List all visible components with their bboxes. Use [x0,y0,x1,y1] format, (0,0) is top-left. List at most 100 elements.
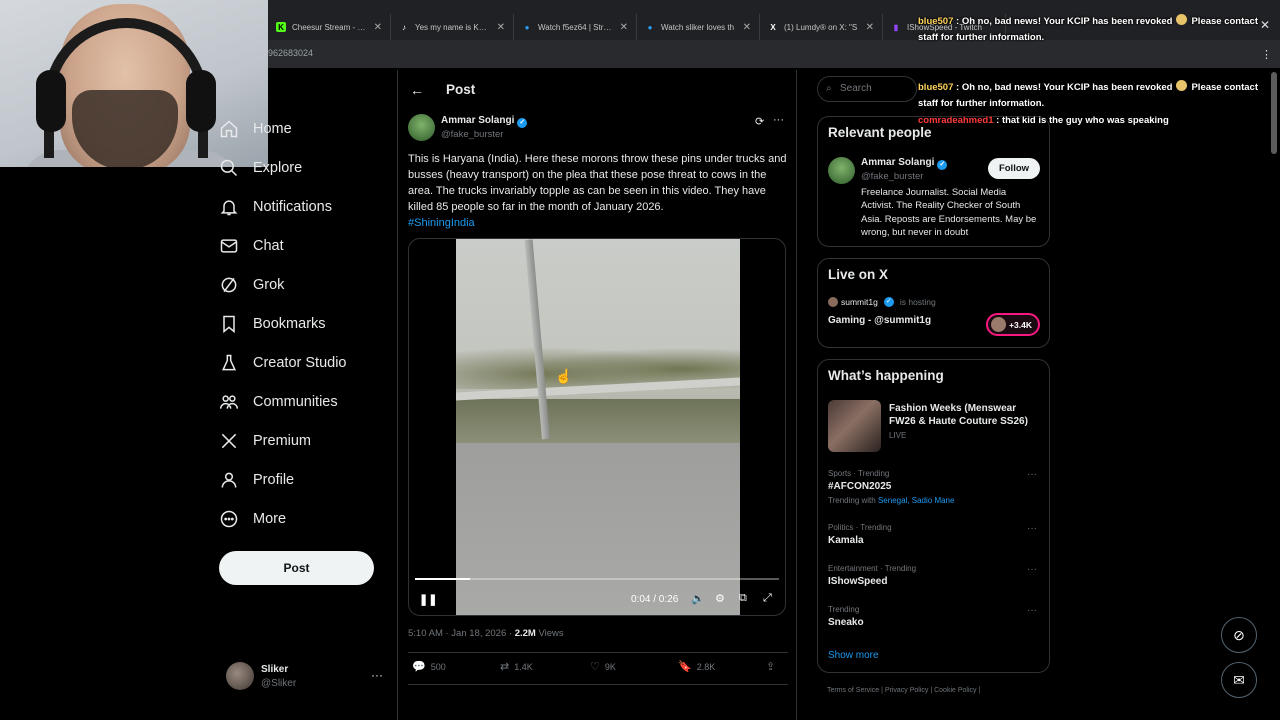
back-arrow-icon[interactable]: ← [410,82,424,98]
search-placeholder: Search [840,83,872,94]
video-grass [456,399,740,443]
avatar[interactable] [408,114,435,141]
video-progress-fill [415,578,470,580]
nav-item-creator-studio[interactable]: Creator Studio [219,348,347,378]
more-icon[interactable]: ··· [1027,523,1037,534]
nav-item-notifications[interactable]: Notifications [219,192,332,222]
volume-icon[interactable]: 🔈 [691,592,705,605]
video-progress-bar[interactable] [415,578,779,580]
emoji-icon [1176,14,1188,25]
picture-in-picture-icon[interactable]: ⧉ [739,592,747,605]
nav-item-more[interactable]: More [219,504,286,534]
pause-icon[interactable]: ❚❚ [419,593,437,606]
grok-icon [221,277,237,293]
event-thumbnail[interactable] [828,400,881,452]
nav-item-communities[interactable]: Communities [219,387,338,417]
more-icon[interactable]: ··· [1027,564,1037,575]
tab-title: Watch sliker loves th [661,22,735,32]
more-icon[interactable]: ··· [1027,469,1037,480]
bookmark-icon [223,315,235,334]
trend-item[interactable]: Entertainment · Trending IShowSpeed ··· [828,564,1041,587]
grok-fab[interactable]: ⊘ [1221,617,1257,653]
follow-button[interactable]: Follow [988,158,1040,179]
more-icon[interactable]: ··· [773,114,784,126]
messages-fab[interactable]: ✉ [1221,662,1257,698]
browser-tab[interactable]: ● Watch sliker loves th ✕ [637,14,760,40]
nav-item-explore[interactable]: Explore [219,153,302,183]
event-title[interactable]: Fashion Weeks (Menswear FW26 & Haute Cou… [889,402,1044,428]
browser-tab[interactable]: ● Watch f5ez64 | Stream ✕ [514,14,637,40]
browser-tab[interactable]: X (1) Lumdy® on X: "S ✕ [760,14,883,40]
verified-icon: ✓ [517,118,528,128]
chat-text: : Oh no, bad news! Your KCIP has been re… [953,16,1173,27]
live-viewers-pill[interactable]: +3.4K [986,313,1040,336]
browser-tab[interactable]: K Cheesur Stream - Wa ✕ [268,14,391,40]
avatar[interactable] [828,157,855,184]
tab-favicon: ▮ [893,22,899,32]
nav-item-home[interactable]: Home [219,114,292,144]
repost-button[interactable]: ⇄ 1.4K [500,660,533,673]
x-logo-icon [221,433,237,449]
relevant-people-card: Relevant people Ammar Solangi ✓ @fake_bur… [817,116,1050,247]
reply-button[interactable]: 💬 500 [412,660,446,673]
like-button[interactable]: ♡ 9K [590,660,616,673]
more-icon[interactable]: ··· [1027,605,1037,616]
person-handle[interactable]: @fake_burster [861,171,923,182]
chat-message: comradeahmed1 : that kid is the guy who … [918,113,1263,129]
grok-icon[interactable]: ⟳ [755,115,764,128]
browser-tab[interactable]: ♪ Yes my name is Kai C ✕ [391,14,514,40]
chat-username: blue507 [918,82,954,93]
trend-related-link[interactable]: Senegal, Sadio Mane [878,496,955,505]
show-more-link[interactable]: Show more [828,650,879,661]
author-handle[interactable]: @fake_burster [441,129,503,140]
close-icon[interactable]: ✕ [866,22,874,33]
post-timestamp[interactable]: 5:10 AM · Jan 18, 2026 · [408,628,515,639]
video-timecode: 0:04 / 0:26 [631,594,679,605]
trend-item[interactable]: Politics · Trending Kamala ··· [828,523,1041,546]
nav-item-profile[interactable]: Profile [219,465,294,495]
tab-favicon: ● [647,22,653,32]
live-stream-title[interactable]: Gaming - @summit1g [828,315,931,326]
share-button[interactable]: ⇪ [766,660,775,673]
chat-message: blue507 : Oh no, bad news! Your KCIP has… [918,14,1263,46]
nav-label: Chat [253,238,284,254]
close-icon[interactable]: ✕ [620,22,628,33]
account-switcher[interactable]: Sliker @Sliker ··· [226,662,386,692]
repost-icon: ⇄ [500,661,510,673]
headphone-cup [36,70,66,132]
nav-item-chat[interactable]: Chat [219,231,284,261]
trend-item[interactable]: Sports · Trending #AFCON2025 Trending wi… [828,469,1041,505]
author-name[interactable]: Ammar Solangi ✓ [441,115,528,128]
page-scrollbar[interactable] [1271,72,1277,154]
person-icon [221,472,237,488]
close-icon[interactable]: ✕ [497,22,505,33]
close-icon[interactable]: ✕ [374,22,382,33]
tab-strip: K Cheesur Stream - Wa ✕ ♪ Yes my name is Ka… [268,14,1006,40]
trend-item[interactable]: Trending Sneako ··· [828,605,1041,628]
trend-name: IShowSpeed [828,576,888,587]
person-name[interactable]: Ammar Solangi ✓ [861,157,948,170]
bookmark-button[interactable]: 🔖 2.8K [678,660,715,673]
trend-context: Sports · Trending [828,469,890,478]
settings-gear-icon[interactable]: ⚙ [715,592,725,605]
video-player[interactable]: ❚❚ 0:04 / 0:26 🔈 ⚙ ⧉ ⤢ [408,238,786,616]
url-text[interactable]: 962683024 [268,48,313,58]
nav-item-premium[interactable]: Premium [219,426,311,456]
hashtag-link[interactable]: #ShiningIndia [408,217,475,229]
fullscreen-icon[interactable]: ⤢ [763,592,772,605]
trend-context: Trending [828,605,860,614]
live-host[interactable]: summit1g ✓ is hosting [828,297,936,307]
post-header: ← Post [398,70,796,108]
more-icon[interactable]: ··· [371,668,383,682]
footer-links[interactable]: Terms of Service | Privacy Policy | Cook… [827,687,980,694]
nav-label: Premium [253,433,312,449]
nav-item-grok[interactable]: Grok [219,270,284,300]
post-button[interactable]: Post [219,551,374,585]
close-icon[interactable]: ✕ [743,22,751,33]
left-nav: Home Explore Notifications Chat Grok Boo… [219,70,394,720]
nav-item-bookmarks[interactable]: Bookmarks [219,309,326,339]
author-name-text: Ammar Solangi [441,115,515,126]
post-body: This is Haryana (India). Here these moro… [408,153,787,213]
search-input[interactable]: ⌕ Search [817,76,917,102]
tab-title: Watch f5ez64 | Stream [538,22,614,32]
